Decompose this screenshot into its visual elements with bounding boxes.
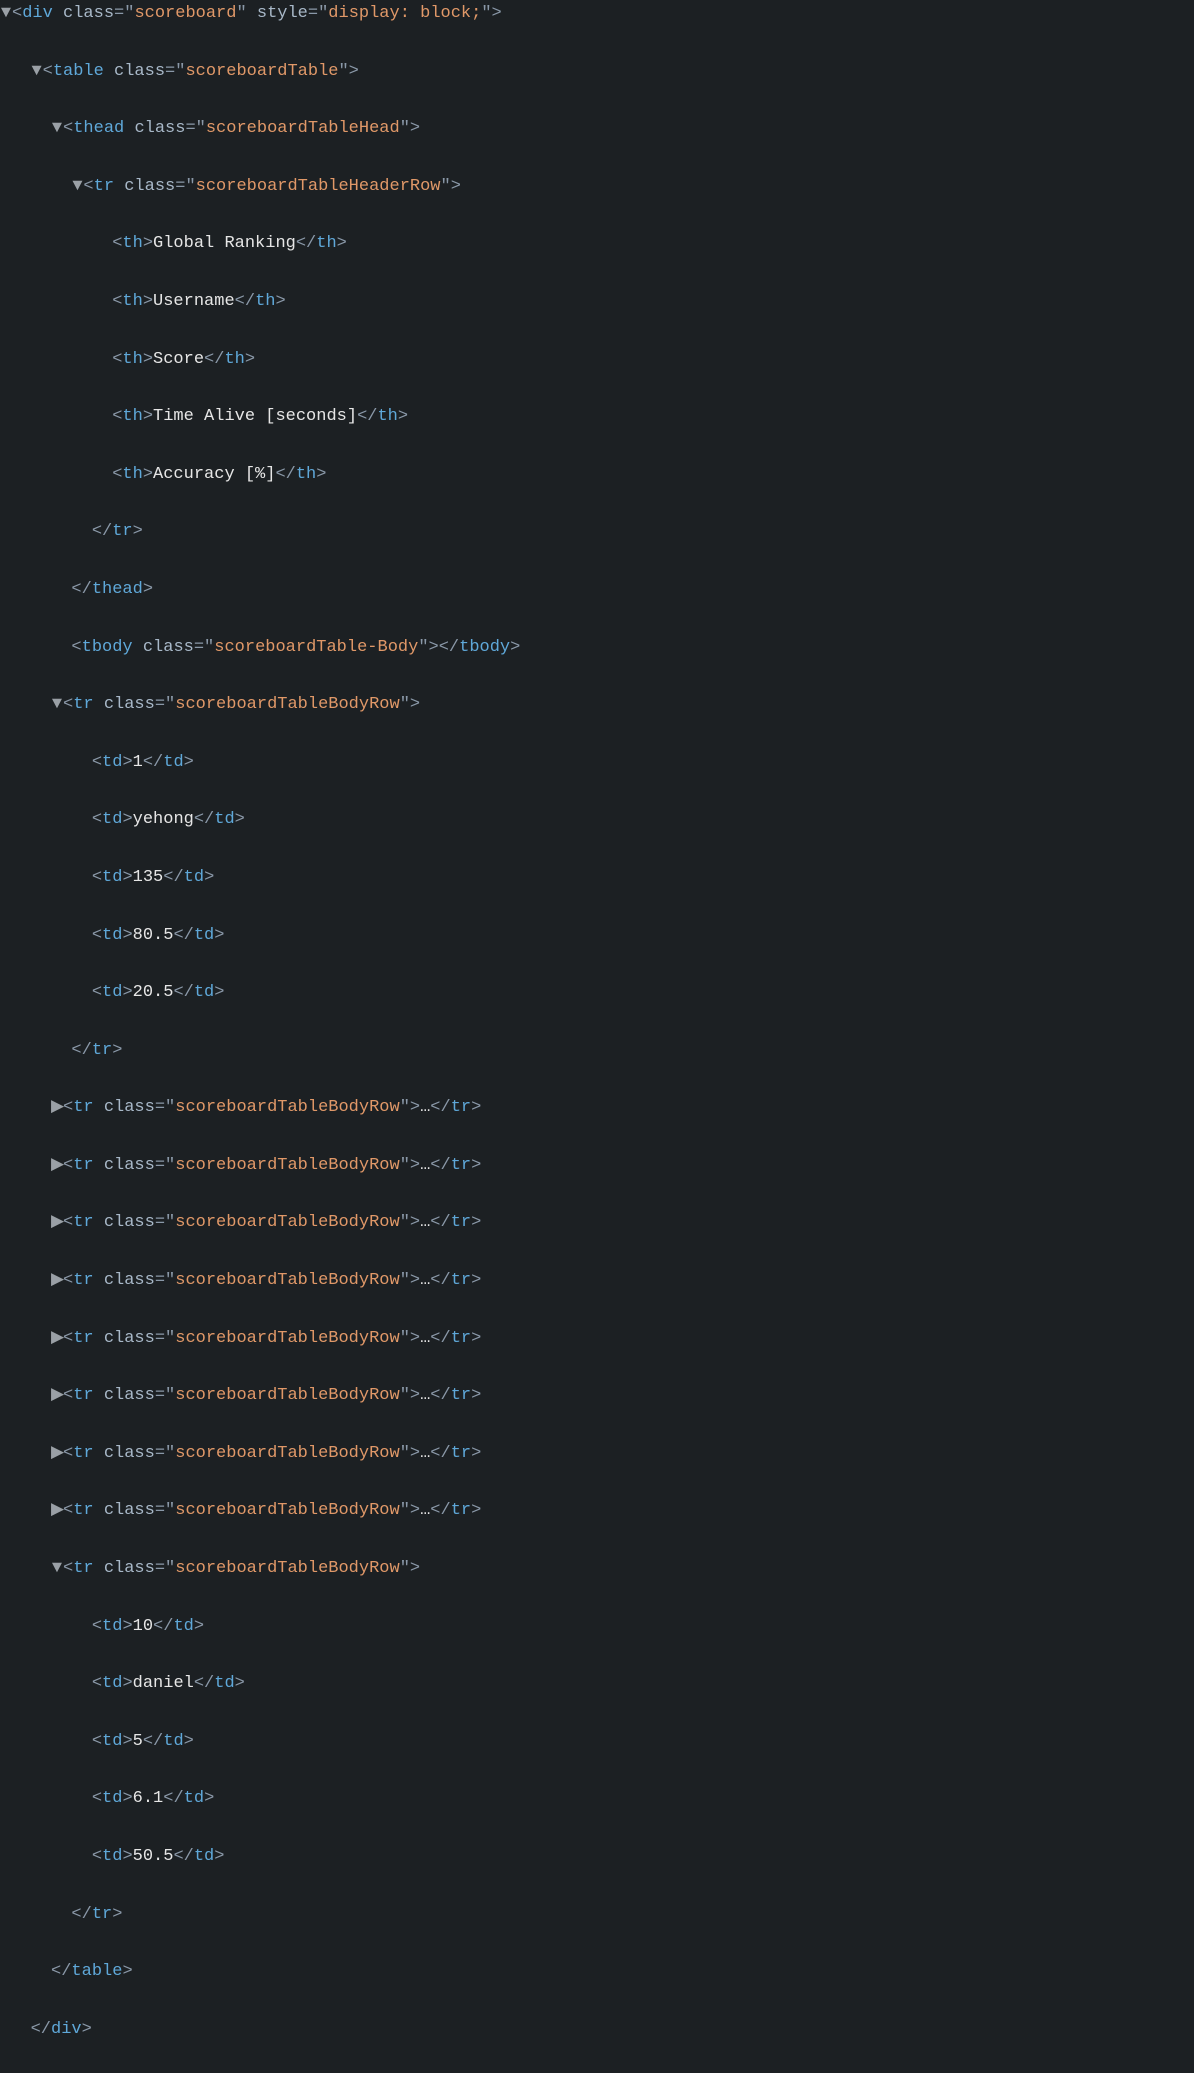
tree-line[interactable]: ▶<tr class="scoreboardTableBodyRow">…</t… <box>0 1209 1194 1238</box>
tree-line[interactable]: ▼<tr class="scoreboardTableBodyRow"> <box>0 691 1194 720</box>
tree-line[interactable]: <th>Accuracy [%]</th> <box>0 461 1194 490</box>
tree-line[interactable]: <td>80.5</td> <box>0 922 1194 951</box>
expand-arrow-right-icon[interactable]: ▶ <box>51 1440 63 1469</box>
expand-arrow-right-icon[interactable]: ▶ <box>51 1382 63 1411</box>
expand-arrow-right-icon[interactable]: ▶ <box>51 1152 63 1181</box>
expand-arrow-down-icon[interactable]: ▼ <box>51 691 63 720</box>
tree-line[interactable]: ▶<tr class="scoreboardTableBodyRow">…</t… <box>0 1325 1194 1354</box>
tree-line[interactable]: ▼<table class="scoreboardTable"> <box>0 58 1194 87</box>
expand-arrow-right-icon[interactable]: ▶ <box>51 1325 63 1354</box>
tree-line[interactable]: <th>Score</th> <box>0 346 1194 375</box>
tree-line[interactable]: </tr> <box>0 1901 1194 1930</box>
tree-line[interactable]: <td>50.5</td> <box>0 1843 1194 1872</box>
tree-line[interactable]: ▶<tr class="scoreboardTableBodyRow">…</t… <box>0 1497 1194 1526</box>
expand-arrow-right-icon[interactable]: ▶ <box>51 1267 63 1296</box>
tree-line[interactable]: <td>6.1</td> <box>0 1785 1194 1814</box>
tree-line[interactable]: <th>Global Ranking</th> <box>0 230 1194 259</box>
expand-arrow-down-icon[interactable]: ▼ <box>51 1555 63 1584</box>
tree-line[interactable]: ▼<tr class="scoreboardTableBodyRow"> <box>0 1555 1194 1584</box>
tree-line[interactable]: <td>135</td> <box>0 864 1194 893</box>
tree-line[interactable]: <td>10</td> <box>0 1613 1194 1642</box>
tree-line[interactable]: ▼<thead class="scoreboardTableHead"> <box>0 115 1194 144</box>
tree-line[interactable]: </tr> <box>0 1037 1194 1066</box>
tree-line[interactable]: ▼<tr class="scoreboardTableHeaderRow"> <box>0 173 1194 202</box>
tree-line[interactable]: ▶<tr class="scoreboardTableBodyRow">…</t… <box>0 1152 1194 1181</box>
devtools-dom-tree: ▼<div class="scoreboard" style="display:… <box>0 0 1194 2073</box>
expand-arrow-down-icon[interactable]: ▼ <box>31 58 43 87</box>
tree-line[interactable]: ▼<div class="scoreboard" style="display:… <box>0 0 1194 29</box>
tree-line[interactable]: ▶<tr class="scoreboardTableBodyRow">…</t… <box>0 1267 1194 1296</box>
tree-line[interactable]: ▶<tr class="scoreboardTableBodyRow">…</t… <box>0 1440 1194 1469</box>
tree-line[interactable]: </tr> <box>0 518 1194 547</box>
expand-arrow-right-icon[interactable]: ▶ <box>51 1497 63 1526</box>
expand-arrow-down-icon[interactable]: ▼ <box>0 0 12 29</box>
tree-line[interactable]: <tbody class="scoreboardTable-Body"></tb… <box>0 634 1194 663</box>
tree-line[interactable]: <td>yehong</td> <box>0 806 1194 835</box>
tree-line[interactable]: <th>Username</th> <box>0 288 1194 317</box>
tree-line[interactable]: <td>daniel</td> <box>0 1670 1194 1699</box>
tree-line[interactable]: <td>1</td> <box>0 749 1194 778</box>
expand-arrow-down-icon[interactable]: ▼ <box>71 173 83 202</box>
tree-line[interactable]: <td>20.5</td> <box>0 979 1194 1008</box>
tree-line[interactable]: ▶<tr class="scoreboardTableBodyRow">…</t… <box>0 1382 1194 1411</box>
tree-line[interactable]: <th>Time Alive [seconds]</th> <box>0 403 1194 432</box>
expand-arrow-down-icon[interactable]: ▼ <box>51 115 63 144</box>
tree-line[interactable]: </thead> <box>0 576 1194 605</box>
tree-line[interactable]: <td>5</td> <box>0 1728 1194 1757</box>
tree-line[interactable]: </div> <box>0 2016 1194 2045</box>
expand-arrow-right-icon[interactable]: ▶ <box>51 1094 63 1123</box>
tree-line[interactable]: ▶<tr class="scoreboardTableBodyRow">…</t… <box>0 1094 1194 1123</box>
expand-arrow-right-icon[interactable]: ▶ <box>51 1209 63 1238</box>
tree-line[interactable]: </table> <box>0 1958 1194 1987</box>
